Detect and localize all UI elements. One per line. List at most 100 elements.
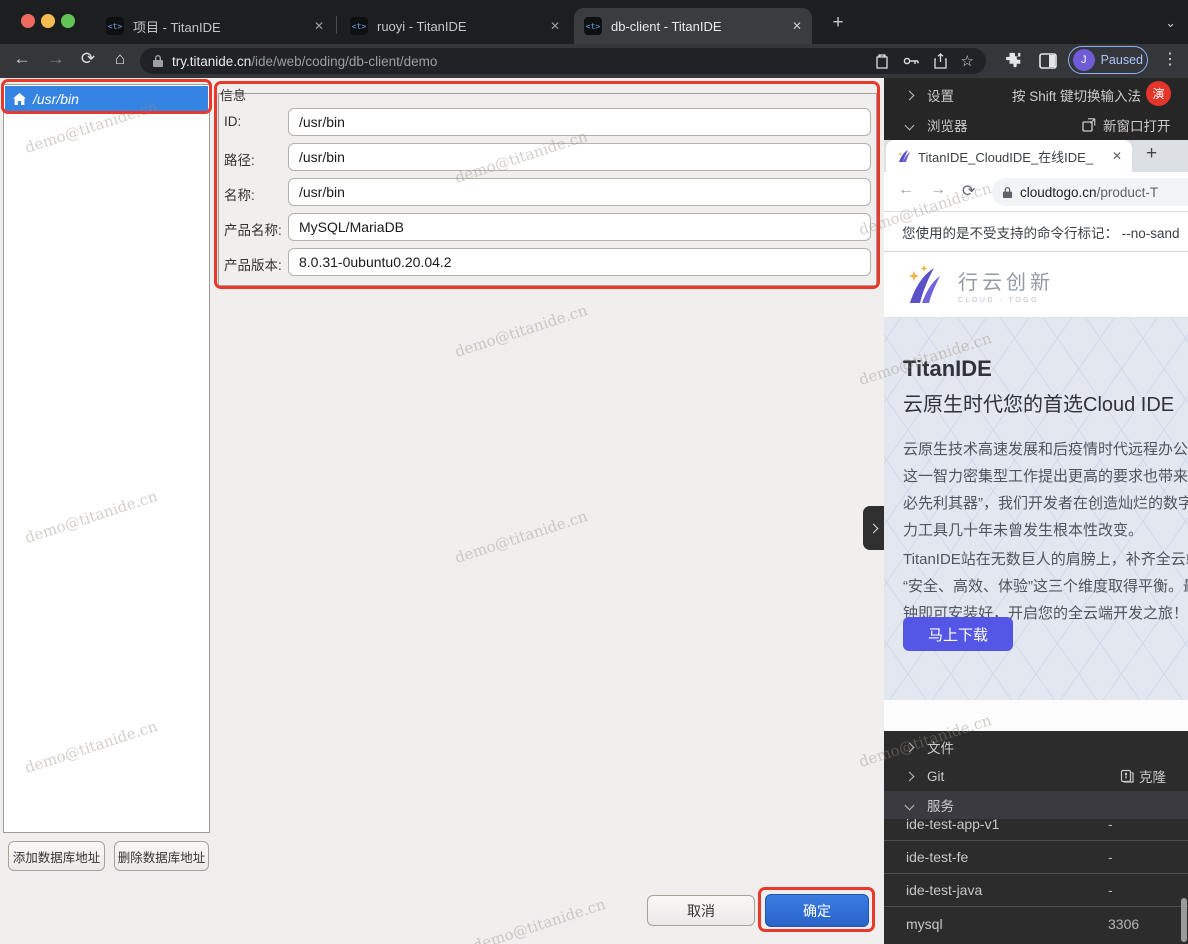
watermark: demo@titanide.cn <box>453 301 590 361</box>
embedded-url-field[interactable]: cloudtogo.cn/product-T <box>992 178 1188 206</box>
promo-paragraph-2: TitanIDE站在无数巨人的肩膀上，补齐全云端开 “安全、高效、体验”这三个维… <box>903 546 1188 627</box>
embedded-browser-tab[interactable]: TitanIDE_CloudIDE_在线IDE_ ✕ <box>886 140 1132 172</box>
list-item-label: /usr/bin <box>33 91 79 107</box>
watermark: demo@titanide.cn <box>471 895 608 944</box>
field-input-path[interactable]: /usr/bin <box>288 143 871 171</box>
tree-section-git[interactable]: Git 克隆 <box>884 762 1188 790</box>
bookmark-star-icon[interactable]: ☆ <box>961 52 974 70</box>
delete-database-address-button[interactable]: 删除数据库地址 <box>114 841 209 871</box>
traffic-light-close[interactable] <box>21 14 35 28</box>
sync-paused-label: Paused <box>1101 53 1143 67</box>
home-icon[interactable]: ⌂ <box>108 49 132 69</box>
tab-list-chevron-icon[interactable]: ⌄ <box>1165 15 1176 31</box>
field-value: MySQL/MariaDB <box>299 219 404 235</box>
embedded-new-tab-button[interactable]: + <box>1146 143 1157 165</box>
cancel-button[interactable]: 取消 <box>647 895 755 926</box>
extensions-puzzle-icon[interactable] <box>1002 52 1026 70</box>
tab-title: 项目 - TitanIDE <box>133 17 304 36</box>
database-address-list: /usr/bin <box>3 84 210 833</box>
ime-hint-label: 按 Shift 键切换输入法 <box>1012 85 1141 105</box>
browser-menu-icon[interactable]: ⋮ <box>1160 49 1180 69</box>
open-new-window-button[interactable]: 新窗口打开 <box>1082 115 1171 135</box>
service-row[interactable]: mysql 3306 <box>884 907 1188 940</box>
share-icon[interactable] <box>934 53 947 69</box>
reload-icon[interactable]: ⟳ <box>76 49 100 69</box>
ok-button[interactable]: 确定 <box>765 894 869 927</box>
traffic-light-maximize[interactable] <box>61 14 75 28</box>
button-label: 删除数据库地址 <box>118 847 206 866</box>
warning-text: 您使用的是不受支持的命令行标记： --no-sand <box>902 222 1180 242</box>
tab-close-icon[interactable]: ✕ <box>314 19 324 33</box>
field-label-name: 名称: <box>224 184 255 204</box>
address-bar[interactable]: try.titanide.cn/ide/web/coding/db-client… <box>140 48 986 74</box>
service-row[interactable]: ide-test-java - <box>884 874 1188 907</box>
field-value: /usr/bin <box>299 184 345 200</box>
tree-section-services[interactable]: 服务 <box>884 791 1188 819</box>
service-row[interactable]: ide-test-app-v1 - <box>884 819 1188 841</box>
field-input-name[interactable]: /usr/bin <box>288 178 871 206</box>
embedded-forward-icon[interactable]: → <box>930 181 946 199</box>
tab-close-icon[interactable]: ✕ <box>550 19 560 33</box>
field-input-id[interactable]: /usr/bin <box>288 108 871 136</box>
field-input-product-version[interactable]: 8.0.31-0ubuntu0.20.04.2 <box>288 248 871 276</box>
button-label: 确定 <box>803 901 831 921</box>
services-label: 服务 <box>927 795 954 815</box>
sidebar-collapse-handle[interactable] <box>863 506 884 550</box>
button-label: 马上下载 <box>928 624 988 645</box>
embedded-url-text: cloudtogo.cn/product-T <box>1020 185 1158 200</box>
cloudtogo-logo-text: 行云创新 CLOUD · TOGO <box>958 266 1054 304</box>
download-now-button[interactable]: 马上下载 <box>903 617 1013 651</box>
demo-badge[interactable]: 演 <box>1146 81 1171 106</box>
sandbox-warning-bar: 您使用的是不受支持的命令行标记： --no-sand <box>884 212 1188 252</box>
titanide-favicon: <t> <box>350 17 368 35</box>
service-name: mysql <box>906 916 1188 932</box>
service-name: ide-test-app-v1 <box>906 819 1188 832</box>
profile-paused-button[interactable]: J Paused <box>1068 46 1148 74</box>
tab-ruoyi[interactable]: <t> ruoyi - TitanIDE ✕ <box>340 8 570 44</box>
new-tab-button[interactable]: + <box>826 12 850 34</box>
list-item-usr-bin-selected[interactable]: /usr/bin <box>5 86 208 112</box>
service-row[interactable]: ide-test-fe - <box>884 841 1188 874</box>
embedded-tab-close-icon[interactable]: ✕ <box>1112 149 1122 163</box>
add-database-address-button[interactable]: 添加数据库地址 <box>8 841 105 871</box>
forward-icon[interactable]: → <box>44 49 68 69</box>
tab-divider <box>336 16 337 34</box>
field-label-product-version: 产品版本: <box>224 254 282 274</box>
window-titlebar: <t> 项目 - TitanIDE ✕ <t> ruoyi - TitanIDE… <box>0 0 1188 44</box>
embedded-back-icon[interactable]: ← <box>898 181 914 199</box>
service-port: 3306 <box>1108 916 1139 932</box>
scrollbar-thumb[interactable] <box>1181 898 1187 942</box>
service-name: ide-test-java <box>906 882 1188 898</box>
titanide-favicon: <t> <box>584 17 602 35</box>
git-clone-button[interactable]: 克隆 <box>1120 766 1166 786</box>
field-value: 8.0.31-0ubuntu0.20.04.2 <box>299 254 452 270</box>
settings-section-row[interactable]: 设置 按 Shift 键切换输入法 <box>884 80 1188 110</box>
field-input-product-name[interactable]: MySQL/MariaDB <box>288 213 871 241</box>
cloudtogo-logo-icon <box>902 263 948 307</box>
tab-project[interactable]: <t> 项目 - TitanIDE ✕ <box>96 8 334 44</box>
tab-title: db-client - TitanIDE <box>611 19 782 34</box>
clipboard-icon[interactable] <box>875 53 889 69</box>
chevron-right-icon <box>905 742 915 752</box>
home-icon <box>13 93 26 105</box>
back-icon[interactable]: ← <box>10 49 34 69</box>
browser-label: 浏览器 <box>927 115 968 135</box>
page-white-gap <box>884 700 1188 731</box>
titanide-promo-page: TitanIDE 云原生时代您的首选Cloud IDE 云原生技术高速发展和后疫… <box>884 318 1188 700</box>
avatar: J <box>1073 49 1095 71</box>
tab-close-icon[interactable]: ✕ <box>792 19 802 33</box>
service-port: - <box>1108 819 1113 832</box>
watermark: demo@titanide.cn <box>453 507 590 567</box>
browser-section-row[interactable]: 浏览器 新窗口打开 <box>884 110 1188 140</box>
badge-label: 演 <box>1152 85 1164 102</box>
tree-section-files[interactable]: 文件 <box>884 733 1188 761</box>
git-label: Git <box>927 769 944 784</box>
key-icon[interactable] <box>903 55 920 67</box>
embedded-reload-icon[interactable]: ⟳ <box>962 181 975 201</box>
side-panel-icon[interactable] <box>1036 52 1060 70</box>
lock-icon <box>152 54 164 68</box>
services-list: ide-test-app-v1 - ide-test-fe - ide-test… <box>884 819 1188 944</box>
tab-db-client-active[interactable]: <t> db-client - TitanIDE ✕ <box>574 8 812 44</box>
cloudtogo-favicon <box>896 149 912 163</box>
traffic-light-minimize[interactable] <box>41 14 55 28</box>
